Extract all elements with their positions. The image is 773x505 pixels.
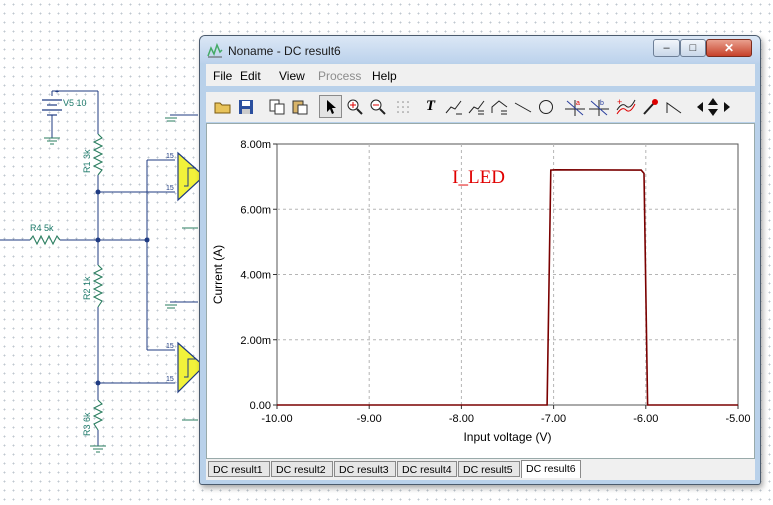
tab-dc-result-6[interactable]: DC result6 bbox=[521, 460, 581, 478]
curve-add-button[interactable]: + bbox=[614, 95, 637, 118]
y-tick-label: 2.00m bbox=[240, 335, 271, 347]
pipette-icon bbox=[642, 98, 658, 115]
grid-button[interactable] bbox=[391, 95, 414, 118]
copy-button[interactable] bbox=[265, 95, 288, 118]
zoom-out-icon bbox=[370, 99, 386, 115]
line-icon bbox=[514, 102, 531, 112]
menu-view[interactable]: View bbox=[279, 69, 305, 83]
pin-label: 15 bbox=[166, 153, 174, 160]
scroll-left-button[interactable] bbox=[694, 95, 705, 118]
scroll-right-button[interactable] bbox=[721, 95, 732, 118]
save-button[interactable] bbox=[234, 95, 257, 118]
open-button[interactable] bbox=[211, 95, 234, 118]
cursor-a-button[interactable] bbox=[442, 95, 465, 118]
open-folder-icon bbox=[214, 102, 230, 113]
maximize-icon: □ bbox=[689, 42, 697, 54]
curve-add-icon: + bbox=[616, 98, 635, 114]
tab-dc-result-2[interactable]: DC result2 bbox=[271, 461, 333, 477]
v5-label: V5 10 bbox=[63, 98, 87, 108]
y-tick-label: 8.00m bbox=[240, 139, 271, 151]
svg-text:+: + bbox=[617, 98, 622, 107]
arrow-left-icon bbox=[696, 101, 703, 112]
cursor-b-icon bbox=[468, 100, 484, 114]
result-tabs: DC result1 DC result2 DC result3 DC result4… bbox=[206, 459, 755, 480]
title-bar[interactable]: Noname - DC result6 – □ ✕ bbox=[200, 36, 760, 63]
x-tick-label: -7.00 bbox=[541, 413, 566, 425]
menu-bar: File Edit View Process Help bbox=[206, 64, 755, 86]
dc-result-window[interactable]: Noname - DC result6 – □ ✕ File Edit View… bbox=[199, 35, 761, 485]
y-tick-label: 4.00m bbox=[240, 270, 271, 282]
menu-file[interactable]: File bbox=[213, 69, 232, 83]
close-icon: ✕ bbox=[723, 41, 735, 55]
x-tick-label: -5.00 bbox=[725, 413, 750, 425]
arrow-updown-icon bbox=[707, 97, 718, 116]
pin-label: 15 bbox=[166, 376, 174, 383]
y-tick-label: 6.00m bbox=[240, 204, 271, 216]
pointer-button[interactable] bbox=[319, 95, 342, 118]
dc-result-chart[interactable]: -10.00 -9.00 -8.00 -7.00 -6.00 -5.00 0.00 2.00m… bbox=[207, 124, 754, 458]
tab-dc-result-4[interactable]: DC result4 bbox=[397, 461, 457, 477]
pointer-icon bbox=[326, 99, 336, 114]
line-button[interactable] bbox=[511, 95, 534, 118]
marker-b-icon: b bbox=[588, 99, 609, 116]
step-button[interactable] bbox=[662, 95, 685, 118]
x-axis-label: Input voltage (V) bbox=[463, 430, 551, 444]
x-tick-label: -10.00 bbox=[261, 413, 292, 425]
circle-icon bbox=[538, 99, 553, 114]
maximize-button[interactable]: □ bbox=[680, 39, 706, 57]
grid-icon bbox=[396, 100, 409, 113]
y-tick-label: 0.00 bbox=[250, 400, 271, 412]
pin-label: 15 bbox=[166, 185, 174, 192]
minimize-button[interactable]: – bbox=[653, 39, 680, 57]
close-button[interactable]: ✕ bbox=[706, 39, 752, 57]
marker-a-button[interactable]: a bbox=[563, 95, 586, 118]
plot-area[interactable]: -10.00 -9.00 -8.00 -7.00 -6.00 -5.00 0.00 2.00m… bbox=[206, 123, 755, 459]
arrow-right-icon bbox=[723, 101, 730, 112]
svg-text:b: b bbox=[600, 100, 604, 107]
r1-label: R1 3k bbox=[82, 149, 92, 173]
cursor-c-icon bbox=[491, 99, 507, 114]
marker-a-icon: a bbox=[564, 99, 585, 116]
step-icon bbox=[666, 101, 681, 113]
tab-dc-result-1[interactable]: DC result1 bbox=[208, 461, 270, 477]
cursor-c-button[interactable] bbox=[488, 95, 511, 118]
tab-dc-result-3[interactable]: DC result3 bbox=[334, 461, 396, 477]
menu-edit[interactable]: Edit bbox=[240, 69, 261, 83]
pin-label: 15 bbox=[166, 343, 174, 350]
paste-button[interactable] bbox=[288, 95, 311, 118]
marker-b-button[interactable]: b bbox=[587, 95, 610, 118]
x-tick-label: -8.00 bbox=[449, 413, 474, 425]
svg-text:a: a bbox=[576, 100, 580, 107]
app-icon bbox=[207, 42, 223, 58]
toolbar: T a b + bbox=[206, 92, 755, 122]
cursor-b-button[interactable] bbox=[465, 95, 488, 118]
svg-text:+: + bbox=[55, 89, 59, 96]
r2-label: R2 1k bbox=[82, 276, 92, 300]
pipette-button[interactable] bbox=[638, 95, 661, 118]
zoom-in-icon bbox=[347, 99, 363, 115]
zoom-in-button[interactable] bbox=[343, 95, 366, 118]
cursor-a-icon bbox=[445, 100, 462, 114]
circle-button[interactable] bbox=[534, 95, 557, 118]
zoom-out-button[interactable] bbox=[366, 95, 389, 118]
copy-icon bbox=[269, 99, 284, 114]
r4-label: R4 5k bbox=[30, 223, 54, 233]
minimize-icon: – bbox=[663, 42, 670, 54]
window-title: Noname - DC result6 bbox=[228, 44, 341, 58]
curve-annotation-label: I_LED bbox=[452, 167, 505, 188]
save-icon bbox=[238, 99, 253, 114]
paste-icon bbox=[292, 100, 307, 114]
menu-help[interactable]: Help bbox=[372, 69, 397, 83]
menu-process[interactable]: Process bbox=[318, 69, 361, 83]
x-tick-label: -6.00 bbox=[633, 413, 658, 425]
scroll-updown-button[interactable] bbox=[705, 95, 720, 118]
y-axis-label: Current (A) bbox=[211, 245, 225, 304]
text-button[interactable]: T bbox=[419, 95, 442, 118]
text-icon: T bbox=[425, 98, 436, 114]
tab-dc-result-5[interactable]: DC result5 bbox=[458, 461, 520, 477]
r3-label: R3 6k bbox=[82, 412, 92, 436]
x-tick-label: -9.00 bbox=[357, 413, 382, 425]
